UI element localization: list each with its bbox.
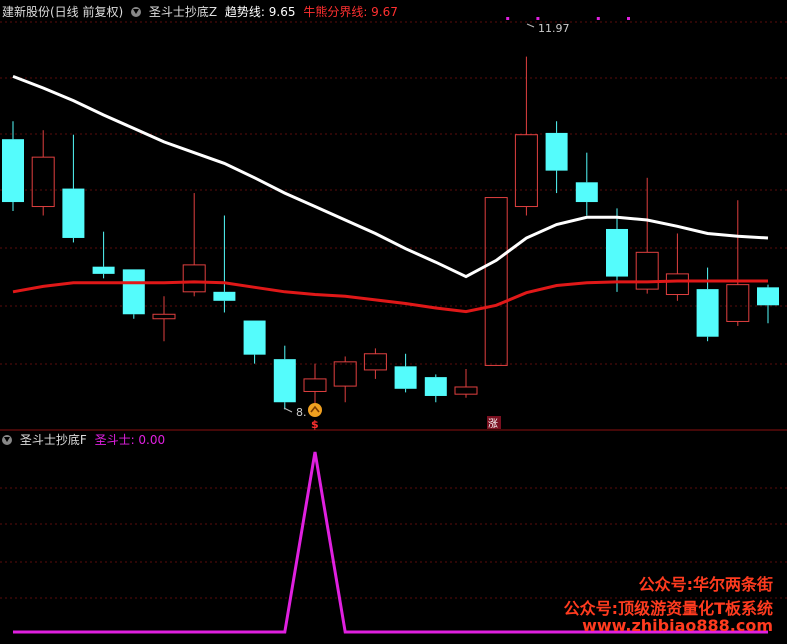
main-panel-header: 建新股份(日线 前复权) 圣斗士抄底Z 趋势线: 9.65 牛熊分界线: 9.6… bbox=[2, 4, 402, 20]
watermark-line-1: 公众号:华尔两条街 bbox=[638, 575, 773, 594]
candle-down bbox=[575, 182, 598, 203]
candle-up bbox=[665, 273, 689, 296]
candle-up bbox=[303, 378, 327, 392]
candle-down bbox=[62, 188, 85, 238]
candle-up bbox=[333, 361, 357, 387]
stock-title: 建新股份(日线 前复权) bbox=[2, 5, 124, 19]
candle-up bbox=[726, 284, 750, 322]
marker-dot bbox=[596, 17, 600, 20]
candle-down bbox=[213, 291, 236, 301]
candlestick-series bbox=[2, 56, 779, 414]
candle-down bbox=[92, 266, 115, 274]
marker-dot bbox=[506, 17, 510, 20]
buy-signal-icon: $ bbox=[308, 403, 322, 431]
chart-canvas: 11.97 8. $ 涨 bbox=[0, 17, 787, 634]
marker-dot bbox=[627, 17, 630, 20]
main-panel-grid bbox=[0, 21, 787, 365]
candle-down bbox=[606, 228, 628, 277]
watermark-line-3: www.zhibiao888.com bbox=[582, 616, 773, 635]
candle-up bbox=[635, 251, 659, 290]
marker-dot bbox=[536, 17, 540, 20]
candle-down bbox=[545, 132, 568, 171]
shengdoushi-value: 圣斗士: 0.00 bbox=[94, 433, 166, 447]
trend-line-value: 趋势线: 9.65 bbox=[224, 5, 296, 19]
sub-indicator-name[interactable]: 圣斗士抄底F bbox=[20, 433, 87, 447]
dropdown-icon[interactable] bbox=[131, 7, 142, 17]
candle-down bbox=[122, 269, 145, 315]
indicator-name[interactable]: 圣斗士抄底Z bbox=[149, 5, 217, 19]
candle-up bbox=[514, 134, 538, 208]
candle-down bbox=[424, 377, 447, 396]
svg-text:$: $ bbox=[311, 418, 319, 431]
bull-bear-value: 牛熊分界线: 9.67 bbox=[303, 5, 398, 19]
svg-text:8.: 8. bbox=[296, 406, 307, 419]
sub-panel-header: 圣斗士抄底F 圣斗士: 0.00 bbox=[2, 432, 169, 448]
candle-up bbox=[182, 264, 206, 293]
svg-text:11.97: 11.97 bbox=[538, 22, 570, 35]
trend-line-series bbox=[12, 74, 769, 279]
candle-down bbox=[757, 287, 779, 306]
top-marker-dots bbox=[506, 17, 630, 20]
rise-signal-badge: 涨 bbox=[487, 416, 501, 430]
candle-up bbox=[454, 386, 478, 395]
candle-down bbox=[394, 366, 417, 389]
candle-down bbox=[696, 289, 719, 337]
candle-down bbox=[243, 320, 266, 355]
candle-down bbox=[273, 359, 296, 403]
candle-down bbox=[2, 139, 24, 203]
candle-up bbox=[363, 353, 387, 371]
candle-up bbox=[31, 156, 55, 208]
high-label: 11.97 bbox=[526, 22, 570, 35]
svg-text:涨: 涨 bbox=[488, 418, 498, 430]
dropdown-icon[interactable] bbox=[2, 435, 12, 445]
candle-up bbox=[484, 197, 508, 366]
low-label: 8. bbox=[283, 406, 307, 419]
candle-up bbox=[152, 313, 176, 320]
